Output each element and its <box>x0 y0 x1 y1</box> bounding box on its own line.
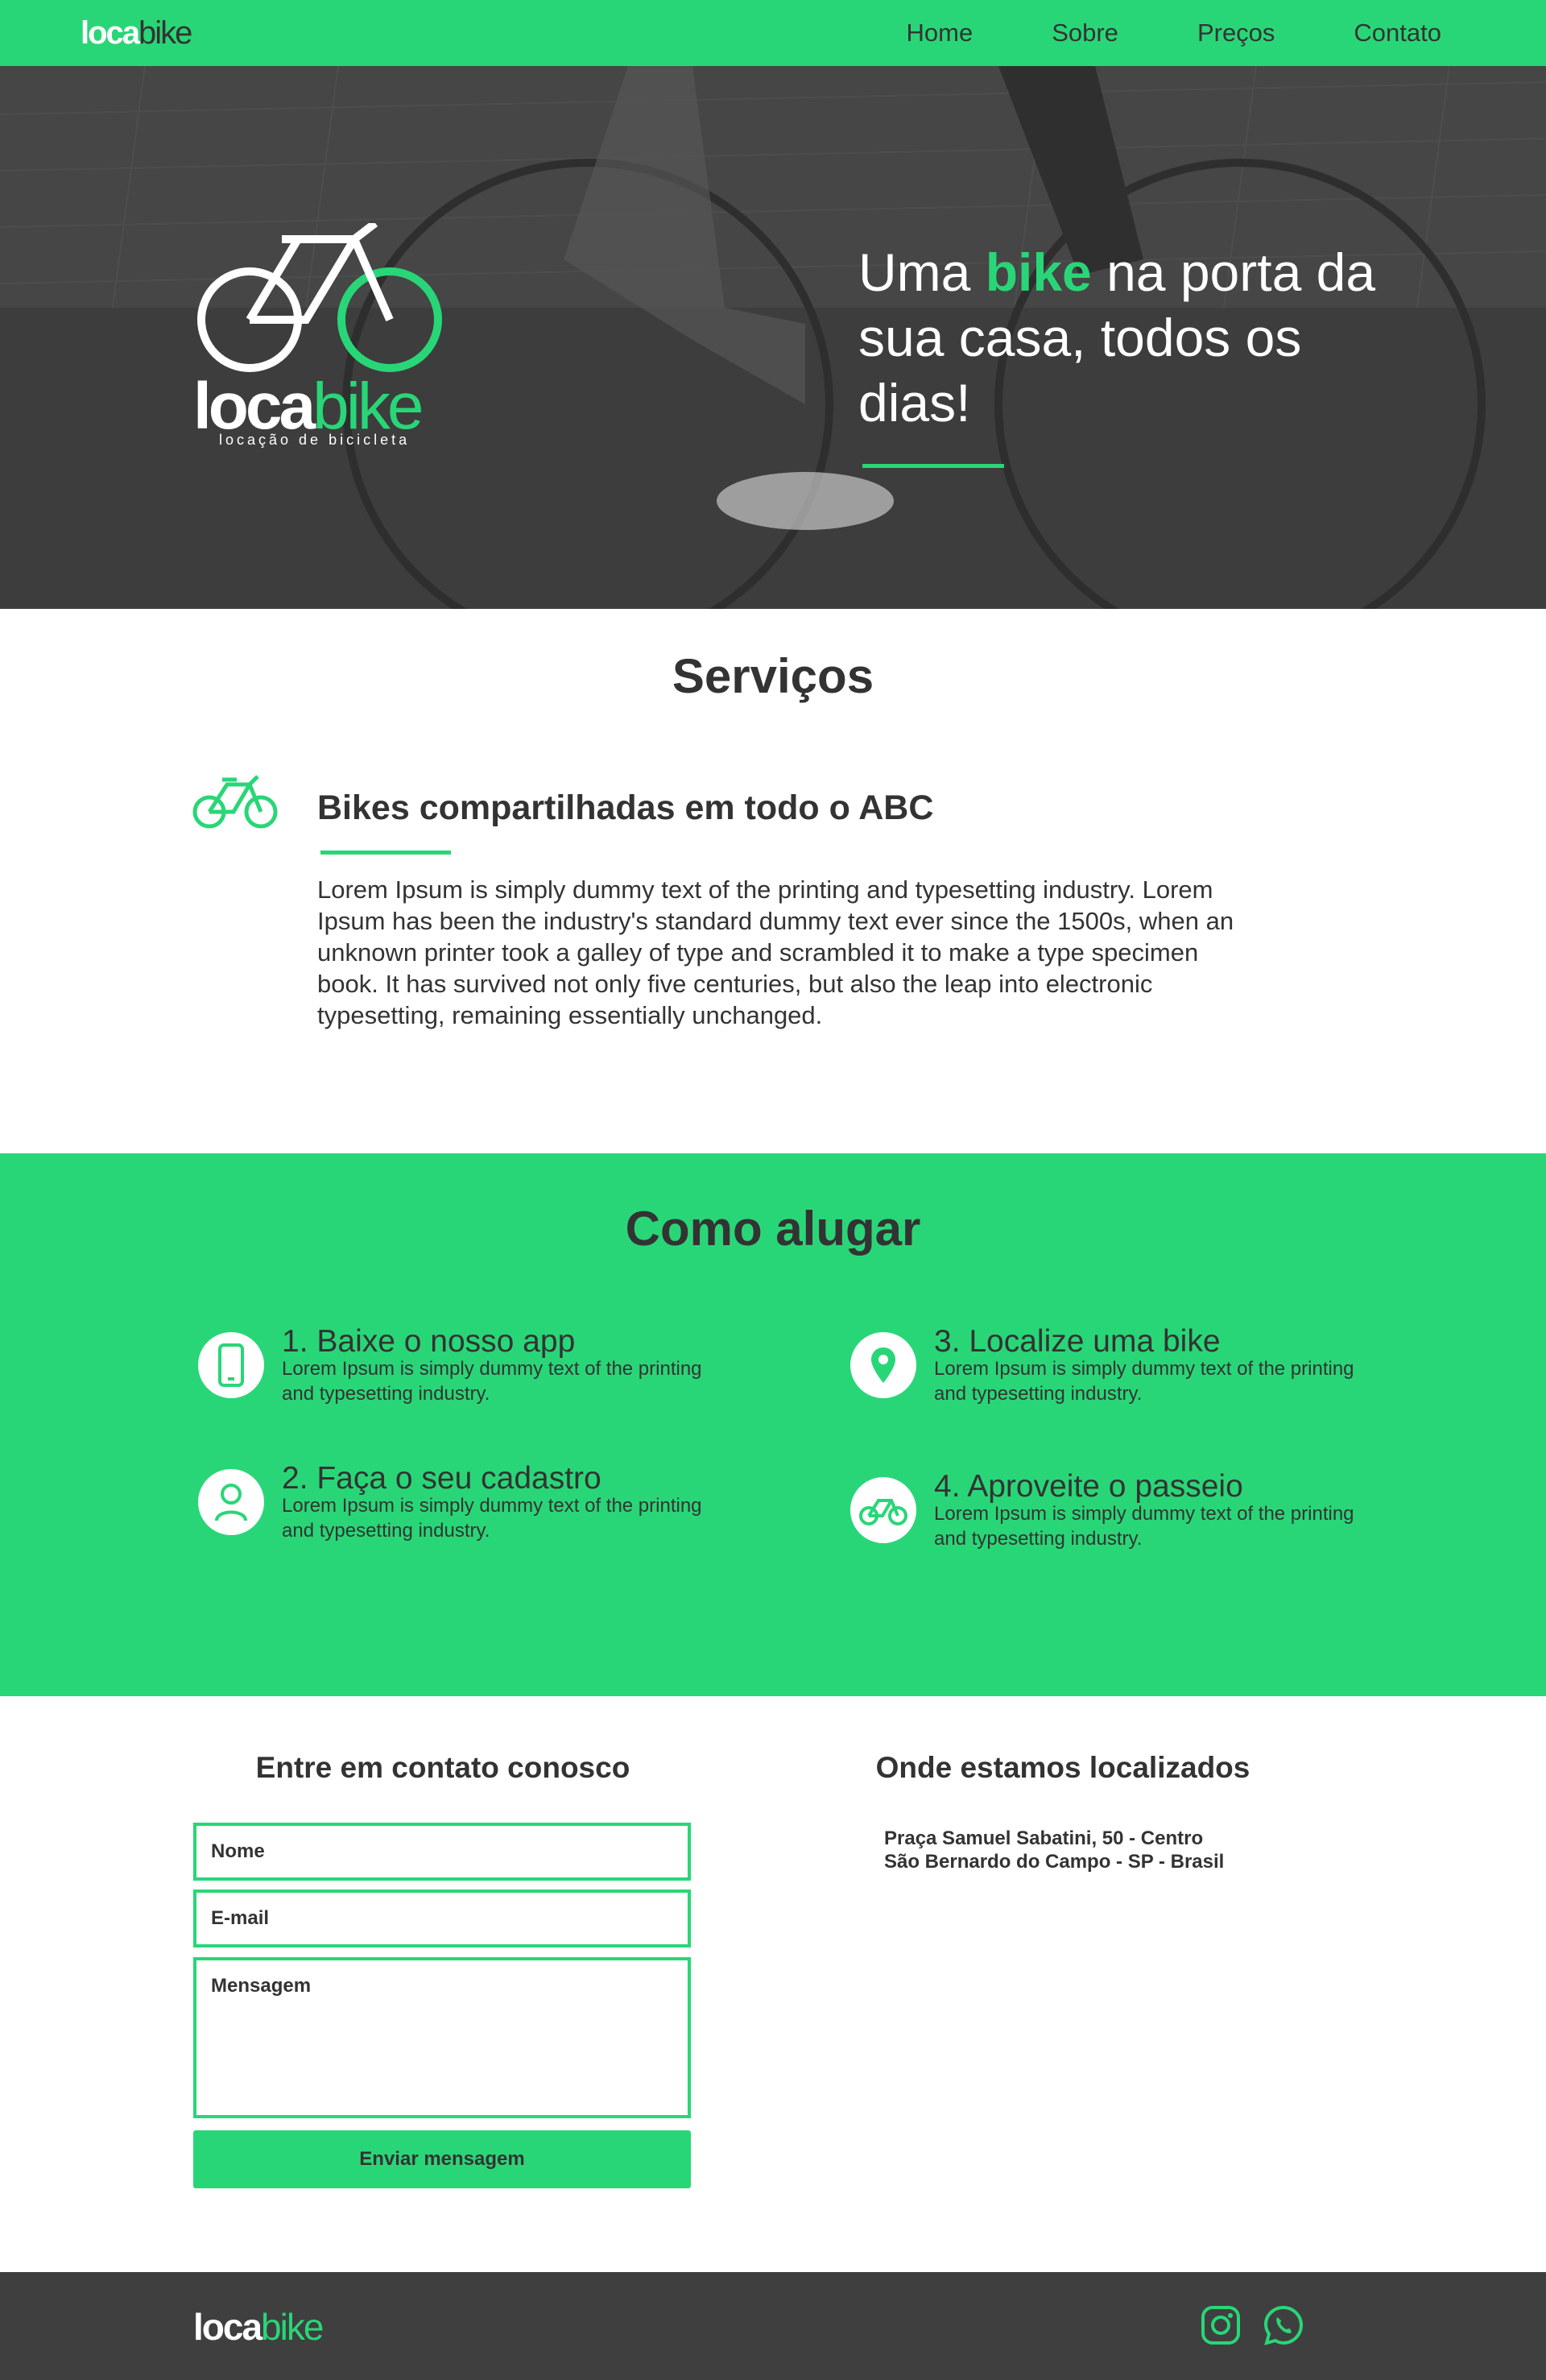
step-4-icon-circle <box>850 1477 916 1543</box>
send-message-button[interactable]: Enviar mensagem <box>193 2130 691 2188</box>
hero-headline-pre: Uma <box>858 242 986 302</box>
step-4-title: 4. Aproveite o passeio <box>934 1469 1243 1504</box>
step-1-title: 1. Baixe o nosso app <box>282 1324 576 1359</box>
email-input[interactable] <box>193 1890 691 1947</box>
service-underline-divider <box>320 851 451 855</box>
smartphone-icon <box>218 1343 244 1387</box>
service-description: Lorem Ipsum is simply dummy text of the … <box>317 875 1234 1029</box>
footer-logo-light: bike <box>261 2306 324 2348</box>
whatsapp-icon[interactable] <box>1263 2304 1304 2346</box>
user-icon <box>215 1484 247 1521</box>
nav-link-home[interactable]: Home <box>907 16 973 50</box>
message-textarea[interactable] <box>193 1957 691 2118</box>
hero-logo-tagline: locação de bicicleta <box>219 432 411 448</box>
address-line-2: São Bernardo do Campo - SP - Brasil <box>884 1851 1225 1873</box>
service-heading: Bikes compartilhadas em todo o ABC <box>317 789 934 827</box>
step-3-title: 3. Localize uma bike <box>934 1324 1221 1359</box>
logo-bold-text: loca <box>81 15 140 51</box>
address-line-1: Praça Samuel Sabatini, 50 - Centro <box>884 1827 1204 1849</box>
logo-light-text: bike <box>138 15 192 51</box>
nav-logo[interactable]: locabike <box>81 14 192 52</box>
map-pin-icon <box>871 1347 895 1383</box>
hero-headline: Uma bike na porta da sua casa, todos os … <box>858 240 1422 436</box>
how-to-rent-title: Como alugar <box>625 1202 921 1256</box>
hero-headline-accent: bike <box>985 242 1092 302</box>
step-2-description: Lorem Ipsum is simply dummy text of the … <box>282 1495 702 1542</box>
top-navbar: locabike Home Sobre Preços Contato <box>0 0 1546 66</box>
step-2-icon-circle <box>198 1469 264 1535</box>
contact-title: Entre em contato conosco <box>255 1751 630 1784</box>
nav-link-contato[interactable]: Contato <box>1354 16 1441 50</box>
services-title: Serviços <box>672 649 874 703</box>
nav-link-precos[interactable]: Preços <box>1197 16 1275 50</box>
instagram-icon[interactable] <box>1200 2304 1242 2346</box>
step-2-title: 2. Faça o seu cadastro <box>282 1461 601 1496</box>
step-4-description: Lorem Ipsum is simply dummy text of the … <box>934 1503 1354 1550</box>
footer: locabike <box>0 2272 1546 2380</box>
footer-logo-bold: loca <box>193 2306 262 2348</box>
hero-underline-divider <box>862 464 1004 468</box>
footer-logo[interactable]: locabike <box>193 2306 324 2348</box>
nav-links: Home Sobre Preços Contato <box>907 16 1442 50</box>
hero-banner: locabike locação de bicicleta Uma bike n… <box>0 66 1546 609</box>
location-title: Onde estamos localizados <box>875 1751 1250 1784</box>
step-3-icon-circle <box>850 1332 916 1398</box>
bicycle-icon <box>859 1499 907 1525</box>
step-1-description: Lorem Ipsum is simply dummy text of the … <box>282 1358 702 1405</box>
step-1-icon-circle <box>198 1332 264 1398</box>
bicycle-icon <box>192 775 278 829</box>
nav-link-sobre[interactable]: Sobre <box>1052 16 1118 50</box>
how-to-rent-section: Como alugar 1. Baixe o nosso app Lorem I… <box>0 1153 1546 1696</box>
step-3-description: Lorem Ipsum is simply dummy text of the … <box>934 1358 1354 1405</box>
name-input[interactable] <box>193 1823 691 1881</box>
